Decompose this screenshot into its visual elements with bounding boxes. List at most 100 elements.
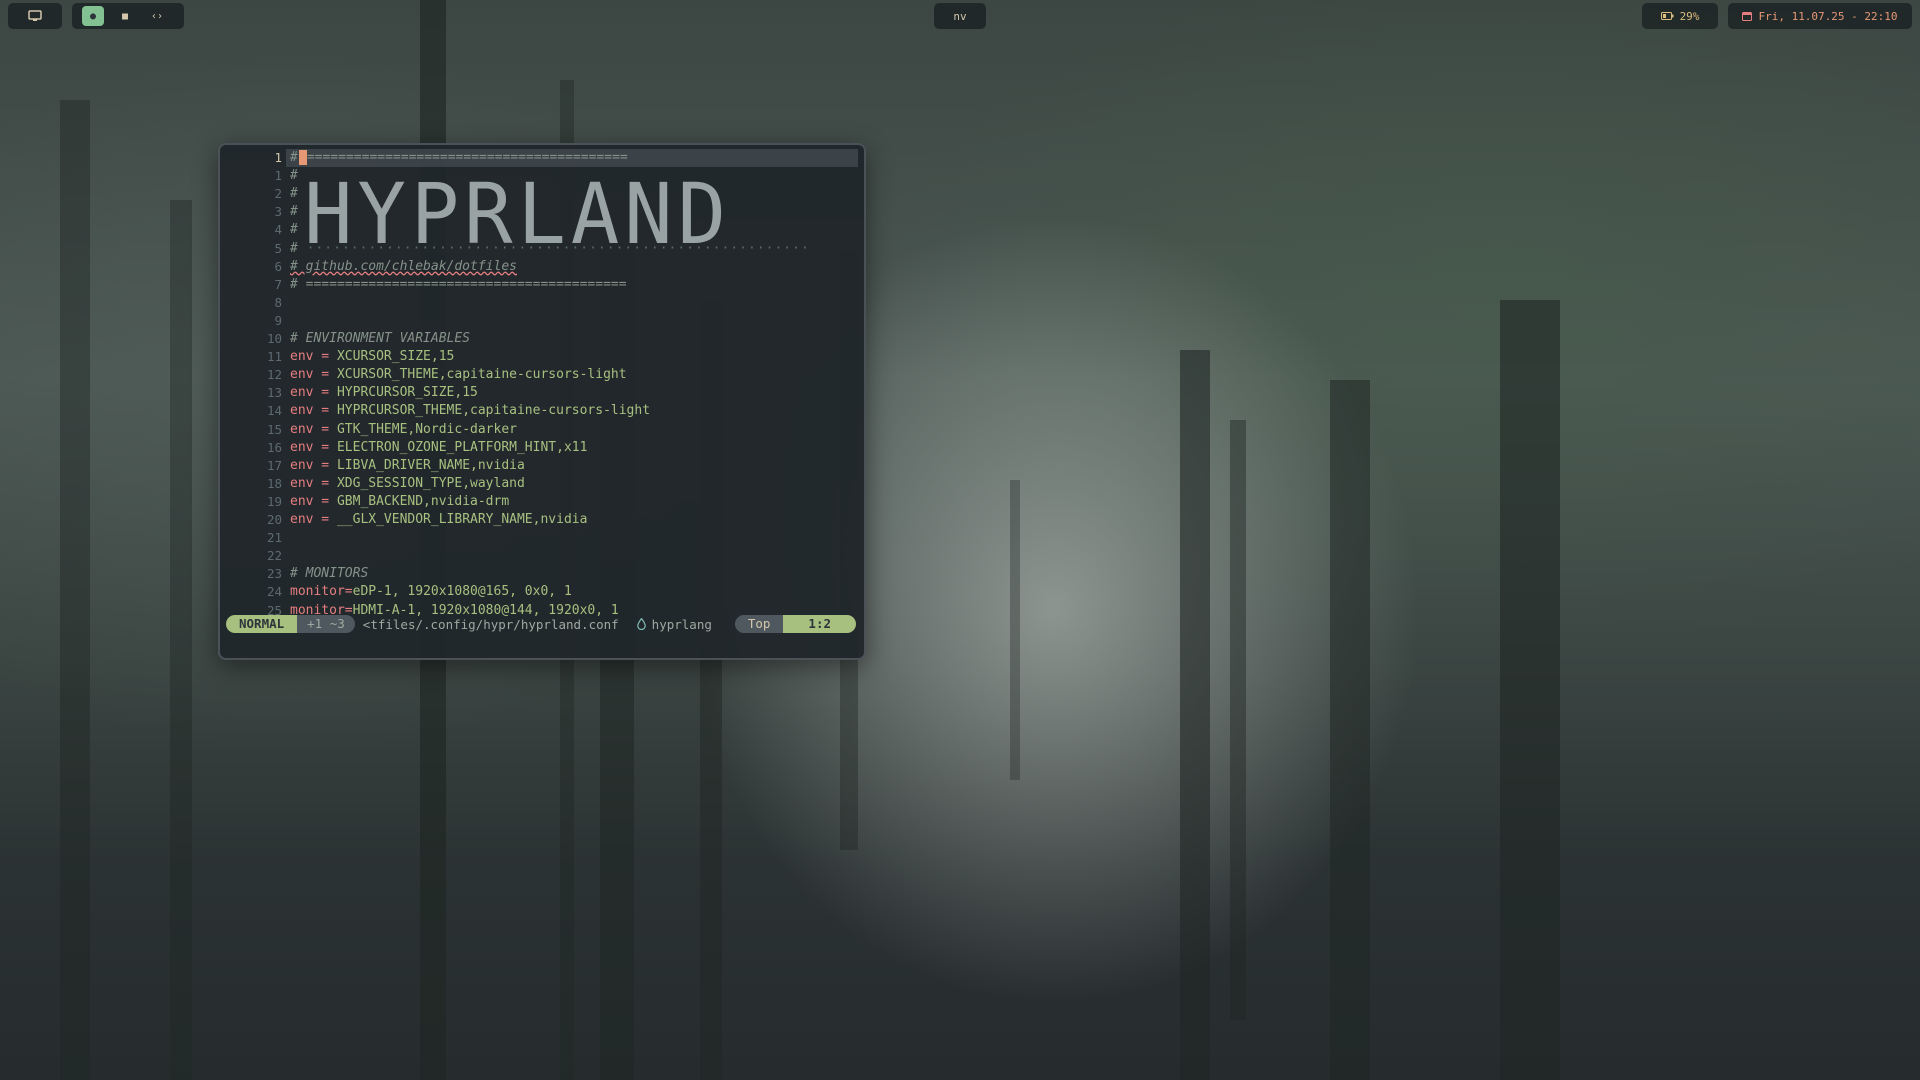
line-number: 13 (266, 385, 282, 401)
editor-line[interactable]: 24 monitor=eDP-1, 1920x1080@165, 0x0, 1 (220, 583, 864, 601)
editor-line[interactable]: 16 env = ELECTRON_OZONE_PLATFORM_HINT,x11 (220, 439, 864, 457)
background-tree (1500, 300, 1560, 1080)
monitor-icon (28, 10, 42, 21)
config-value: GTK_THEME,Nordic-darker (336, 421, 517, 437)
editor-line[interactable]: 13 env = HYPRCURSOR_SIZE,15 (220, 384, 864, 402)
line-content: # (290, 203, 298, 221)
editor-line[interactable]: 14 env = HYPRCURSOR_THEME,capitaine-curso… (220, 402, 864, 420)
line-content: env = HYPRCURSOR_THEME,capitaine-cursors… (290, 402, 650, 420)
operator: = (313, 349, 337, 365)
operator: = (313, 457, 337, 473)
line-content: env = __GLX_VENDOR_LIBRARY_NAME,nvidia (290, 511, 587, 529)
editor-line[interactable]: 20 env = __GLX_VENDOR_LIBRARY_NAME,nvidia (220, 511, 864, 529)
config-key: env (290, 367, 314, 383)
operator: = (344, 584, 353, 600)
operator: = (313, 512, 337, 527)
editor-line[interactable]: 12 env = XCURSOR_THEME,capitaine-cursors-… (220, 366, 864, 384)
line-number: 11 (266, 349, 282, 365)
editor-line[interactable]: 21 (220, 529, 864, 547)
config-key: env (290, 439, 314, 455)
config-value: eDP-1, 1920x1080@165, 0x0, 1 (352, 584, 572, 600)
line-number: 16 (266, 439, 282, 455)
line-number: 4 (274, 222, 282, 238)
line-number: 22 (266, 548, 282, 564)
operator: = (313, 493, 337, 509)
editor-line[interactable]: 8 (220, 294, 864, 312)
line-content: env = XDG_SESSION_TYPE,wayland (290, 475, 525, 493)
editor-line[interactable]: 11 env = XCURSOR_SIZE,15 (220, 348, 864, 366)
editor-line[interactable]: 18 env = XDG_SESSION_TYPE,wayland (220, 475, 864, 493)
line-number: 1 (274, 150, 282, 165)
config-value: XDG_SESSION_TYPE,wayland (336, 475, 525, 491)
background-tree (60, 100, 90, 1080)
editor-line[interactable]: 7 # =====================================… (220, 276, 864, 294)
line-number: 9 (274, 312, 282, 328)
editor-line[interactable]: 19 env = GBM_BACKEND,nvidia-drm (220, 493, 864, 511)
line-content: env = XCURSOR_SIZE,15 (290, 348, 454, 366)
line-content: # ======================================… (290, 276, 627, 294)
config-value: HYPRCURSOR_THEME,capitaine-cursors-light (336, 403, 651, 419)
line-content: # ENVIRONMENT VARIABLES (290, 330, 470, 348)
operator: = (313, 385, 337, 401)
editor-line[interactable]: 22 (220, 547, 864, 565)
line-content: env = HYPRCURSOR_SIZE,15 (290, 384, 478, 402)
config-key: env (290, 403, 314, 419)
line-number: 1 (274, 168, 282, 184)
comment-text: # ======================================… (290, 276, 627, 292)
neovim-window[interactable]: 1 # ======================================… (218, 143, 866, 660)
editor-line[interactable]: 17 env = LIBVA_DRIVER_NAME,nvidia (220, 457, 864, 475)
line-number: 2 (274, 186, 282, 202)
operator: = (313, 475, 337, 491)
comment-text: # (290, 222, 298, 238)
config-key: env (290, 385, 314, 401)
filetype: hyprlang (627, 617, 722, 632)
editor-line[interactable]: 23 # MONITORS (220, 565, 864, 583)
filetype-label: hyprlang (651, 616, 712, 632)
launcher-button[interactable] (8, 3, 62, 29)
line-number: 15 (266, 421, 282, 437)
config-key: env (290, 475, 314, 491)
line-number: 7 (274, 276, 282, 292)
line-number: 3 (274, 204, 282, 220)
text-cursor (298, 150, 307, 165)
editor-line[interactable]: 9 (220, 312, 864, 330)
editor-line[interactable]: 15 env = GTK_THEME,Nordic-darker (220, 421, 864, 439)
line-content: # (290, 185, 298, 203)
editor-line[interactable]: 10 # ENVIRONMENT VARIABLES (220, 330, 864, 348)
comment-text: # (290, 168, 298, 184)
operator: = (313, 403, 337, 419)
config-value: __GLX_VENDOR_LIBRARY_NAME,nvidia (336, 512, 588, 527)
operator: = (313, 421, 337, 437)
line-number: 23 (266, 566, 282, 582)
line-number: 17 (266, 457, 282, 473)
line-number: 24 (266, 584, 282, 600)
git-diff-summary: +1 ~3 (297, 615, 355, 633)
scroll-position: Top (734, 615, 784, 633)
comment-text: # MONITORS (290, 566, 369, 582)
workspace-1-button[interactable]: ● (82, 6, 104, 26)
comment-rule: ========================================… (306, 150, 628, 165)
comment-text: # (290, 186, 298, 202)
active-window-title: nv (934, 3, 986, 29)
background-tree (170, 200, 192, 1080)
workspace-2-button[interactable]: ■ (114, 6, 136, 26)
workspace-3-button[interactable]: ‹› (146, 6, 168, 26)
line-content: env = LIBVA_DRIVER_NAME,nvidia (290, 457, 525, 475)
line-number: 5 (274, 240, 282, 256)
comment-text: # (290, 240, 298, 256)
config-key: monitor (290, 584, 345, 600)
file-path: <tfiles/.config/hypr/hyprland.conf (362, 616, 619, 632)
battery-icon (1660, 12, 1674, 20)
clock[interactable]: Fri, 11.07.25 - 22:10 (1728, 3, 1912, 29)
ascii-banner: HYPRLAND (304, 165, 731, 263)
cursor-position: 1:2 (783, 615, 856, 633)
mode-indicator: NORMAL (226, 615, 298, 633)
config-key: env (290, 349, 314, 365)
line-content: env = GTK_THEME,Nordic-darker (290, 421, 517, 439)
battery-indicator[interactable]: 29% (1642, 3, 1718, 29)
config-key: env (290, 493, 314, 509)
line-number: 6 (274, 258, 282, 274)
config-value: HYPRCURSOR_SIZE,15 (336, 385, 478, 401)
comment-text: # ENVIRONMENT VARIABLES (290, 331, 471, 346)
background-tree (1330, 380, 1370, 1080)
